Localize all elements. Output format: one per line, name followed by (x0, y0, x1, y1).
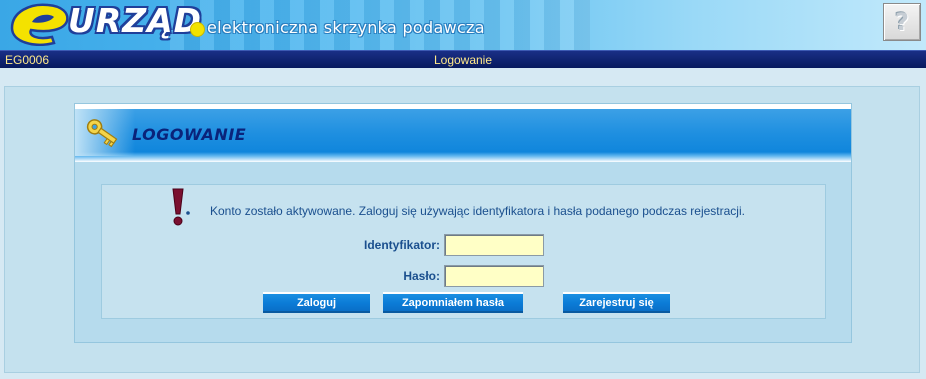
login-panel: LOGOWANIE Konto zostało aktywowane. Zalo… (74, 103, 852, 343)
login-form-box: Konto zostało aktywowane. Zaloguj się uż… (101, 184, 826, 319)
header-subtitle: elektroniczna skrzynka podawcza (207, 18, 485, 37)
screen-title: Logowanie (433, 53, 493, 67)
identifier-label: Identyfikator: (363, 238, 440, 252)
help-button[interactable]: ? (883, 3, 921, 41)
logo-dot (190, 22, 205, 37)
login-button[interactable]: Zaloguj (263, 292, 370, 313)
status-bar: EG0006 Logowanie (0, 50, 926, 68)
key-icon (86, 119, 118, 148)
login-panel-header: LOGOWANIE (75, 104, 851, 162)
login-heading: LOGOWANIE (132, 125, 247, 144)
identifier-input[interactable] (444, 234, 544, 256)
logo-wordmark: URZĄD (68, 1, 203, 40)
activation-message: Konto zostało aktywowane. Zaloguj się uż… (210, 204, 745, 218)
header-banner: URZĄD elektroniczna skrzynka podawcza ? (0, 0, 926, 50)
forgot-password-button[interactable]: Zapomniałem hasła (383, 292, 523, 313)
password-label: Hasło: (403, 269, 440, 283)
password-input[interactable] (444, 265, 544, 287)
exclamation-icon (172, 188, 190, 226)
help-icon: ? (895, 8, 909, 36)
register-button[interactable]: Zarejestruj się (563, 292, 670, 313)
e-logo-icon (10, 3, 69, 46)
